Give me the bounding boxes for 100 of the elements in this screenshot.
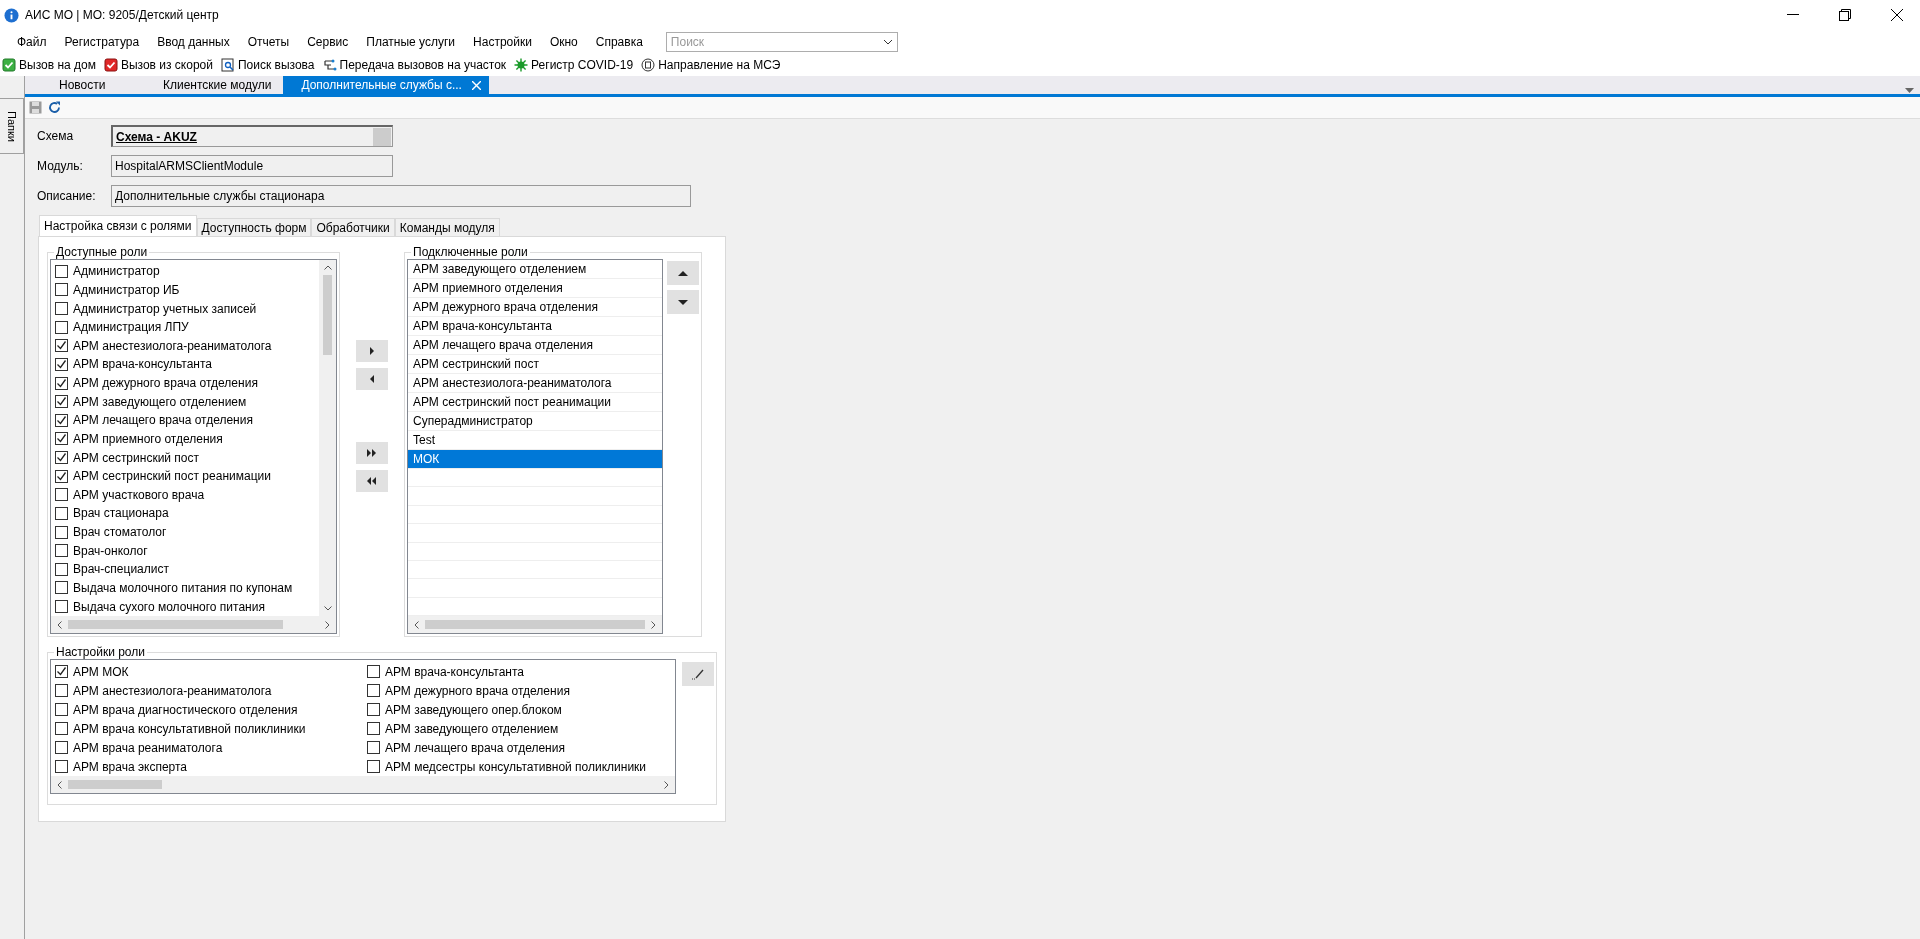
checkbox[interactable] (55, 302, 68, 316)
checkbox[interactable] (55, 506, 68, 520)
connected-roles-list[interactable] (407, 259, 663, 634)
refresh-icon[interactable] (48, 101, 61, 114)
role-settings-list[interactable] (50, 659, 676, 794)
checkbox[interactable] (55, 488, 68, 502)
checkbox[interactable] (55, 376, 68, 390)
role-item[interactable]: МОК (408, 450, 662, 469)
chevron-down-icon (323, 606, 332, 611)
checkbox[interactable] (367, 760, 380, 773)
folders-tab[interactable]: Папки (0, 98, 24, 154)
checkbox[interactable] (55, 722, 68, 735)
toolbar-button[interactable]: Вызов из скорой (102, 58, 214, 72)
document-tab[interactable]: Клиентские модули (145, 76, 280, 94)
checkbox[interactable] (55, 357, 68, 371)
menu-item[interactable]: Справка (586, 35, 652, 49)
document-tab[interactable]: Новости (41, 76, 141, 94)
search-field[interactable]: Поиск (665, 32, 898, 52)
toolbar-button[interactable]: Поиск вызова (220, 58, 316, 72)
toolbar-button[interactable]: Передача вызовов на участок (321, 58, 508, 72)
role-item[interactable]: АРМ сестринский пост реанимации (408, 393, 662, 412)
role-item[interactable]: АРМ сестринский пост (408, 355, 662, 374)
add-all-button[interactable] (356, 442, 388, 464)
add-button[interactable] (356, 340, 388, 362)
remove-button[interactable] (356, 368, 388, 390)
remove-all-button[interactable] (356, 470, 388, 492)
chevron-right-icon (325, 620, 330, 629)
checkbox[interactable] (55, 684, 68, 697)
checkbox[interactable] (55, 581, 68, 595)
role-label: АРМ заведующего отделением (73, 394, 247, 409)
description-field[interactable]: Дополнительные службы стационара (111, 185, 691, 207)
toolbar-button[interactable]: Направление на МСЭ (640, 58, 782, 72)
checkbox[interactable] (55, 264, 68, 278)
checkbox[interactable] (55, 703, 68, 716)
horizontal-scrollbar[interactable] (51, 616, 336, 633)
checkbox[interactable] (55, 525, 68, 539)
scrollbar-thumb[interactable] (425, 620, 645, 629)
caret-icon[interactable] (1905, 88, 1914, 93)
checkbox[interactable] (367, 722, 380, 735)
checkbox[interactable] (55, 451, 68, 465)
check-icon (103, 58, 118, 72)
menu-item[interactable]: Платные услуги (357, 35, 465, 49)
checkbox[interactable] (55, 741, 68, 754)
chevron-right-icon (651, 620, 656, 629)
checkbox[interactable] (55, 339, 68, 353)
move-up-button[interactable] (667, 261, 699, 285)
checkbox[interactable] (55, 544, 68, 558)
toolbar-button[interactable]: Вызов на дом (1, 58, 97, 72)
vertical-scrollbar[interactable] (319, 260, 336, 616)
checkbox[interactable] (55, 562, 68, 576)
role-label: АРМ заведующего опер.блоком (385, 702, 562, 717)
checkbox[interactable] (367, 665, 380, 678)
role-item[interactable]: АРМ анестезиолога-реаниматолога (408, 374, 662, 393)
role-item[interactable]: АРМ лечащего врача отделения (408, 336, 662, 355)
menu-item[interactable]: Регистратура (55, 35, 149, 49)
checkbox[interactable] (367, 703, 380, 716)
role-item[interactable]: АРМ приемного отделения (408, 279, 662, 298)
close-icon[interactable] (471, 80, 481, 90)
menu-item[interactable]: Настройки (464, 35, 541, 49)
menu-item[interactable]: Файл (8, 35, 56, 49)
role-label: АРМ заведующего отделением (385, 721, 559, 736)
menu-item[interactable]: Ввод данных (148, 35, 239, 49)
role-label: АРМ анестезиолога-реаниматолога (73, 338, 272, 353)
checkbox[interactable] (55, 600, 68, 614)
checkbox[interactable] (55, 432, 68, 446)
role-label: АРМ врача консультативной поликлиники (73, 721, 306, 736)
virus-icon (514, 58, 529, 72)
edit-button[interactable] (682, 662, 714, 686)
tab[interactable]: Команды модуля (394, 218, 500, 236)
document-tab[interactable]: Дополнительные службы с... (283, 76, 489, 94)
horizontal-scrollbar[interactable] (408, 616, 662, 633)
checkbox[interactable] (55, 320, 68, 334)
checkbox[interactable] (367, 741, 380, 754)
menu-item[interactable]: Окно (540, 35, 587, 49)
menu-item[interactable]: Отчеты (238, 35, 299, 49)
tab[interactable]: Обработчики (311, 218, 395, 236)
move-down-button[interactable] (667, 290, 699, 314)
scrollbar-thumb[interactable] (68, 620, 283, 629)
double-triangle-right-icon (366, 448, 378, 458)
scrollbar-thumb[interactable] (68, 780, 162, 789)
checkbox[interactable] (367, 684, 380, 697)
role-item[interactable]: АРМ дежурного врача отделения (408, 298, 662, 317)
scrollbar-thumb[interactable] (323, 275, 332, 355)
checkbox[interactable] (55, 283, 68, 297)
checkbox[interactable] (55, 395, 68, 409)
schema-field[interactable]: Схема - AKUZ (111, 125, 393, 147)
checkbox[interactable] (55, 413, 68, 427)
role-item[interactable]: АРМ заведующего отделением (408, 260, 662, 279)
role-item[interactable]: Суперадминистратор (408, 412, 662, 431)
module-field[interactable]: HospitalARMSClientModule (111, 155, 393, 177)
chevron-down-icon[interactable] (882, 39, 893, 45)
horizontal-scrollbar[interactable] (51, 776, 675, 793)
tab[interactable]: Настройка связи с ролями (39, 215, 197, 236)
checkbox[interactable] (55, 665, 68, 678)
tab[interactable]: Доступность форм (196, 218, 312, 236)
role-item[interactable]: АРМ врача-консультанта (408, 317, 662, 336)
checkbox[interactable] (55, 469, 68, 483)
menu-item[interactable]: Сервис (298, 35, 358, 49)
toolbar-button[interactable]: Регистр COVID-19 (513, 58, 635, 72)
checkbox[interactable] (55, 760, 68, 773)
